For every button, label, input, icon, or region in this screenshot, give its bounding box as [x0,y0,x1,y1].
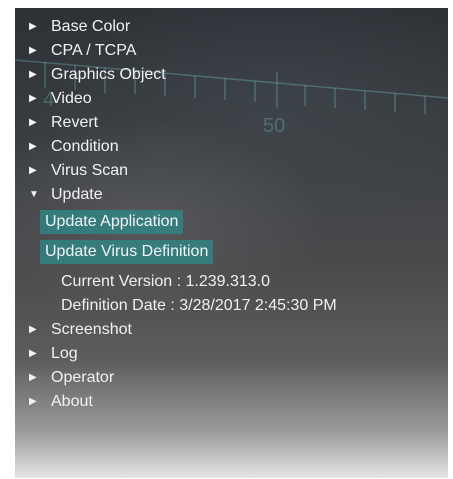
update-section: Update Application Update Virus Definiti… [40,210,448,270]
menu-item-label: Virus Scan [51,162,129,179]
menu-item-condition[interactable]: ▶ Condition [15,135,448,159]
current-version-text: Current Version : 1.239.313.0 [61,273,271,290]
expand-arrow-icon: ▶ [29,324,37,335]
menu-item-screenshot[interactable]: ▶ Screenshot [15,318,448,342]
expand-arrow-icon: ▶ [29,45,37,56]
expand-arrow-icon: ▶ [29,165,37,176]
menu-item-label: Base Color [51,18,131,35]
menu-item-cpa-tcpa[interactable]: ▶ CPA / TCPA [15,39,448,63]
expand-arrow-icon: ▶ [29,348,37,359]
update-application-button[interactable]: Update Application [40,210,184,234]
menu-item-label: Operator [51,369,115,386]
menu-item-update[interactable]: ▼ Update [15,183,448,207]
menu-item-log[interactable]: ▶ Log [15,342,448,366]
menu-item-operator[interactable]: ▶ Operator [15,366,448,390]
menu-item-revert[interactable]: ▶ Revert [15,111,448,135]
menu-item-label: Log [51,345,78,362]
menu-item-label: Update [51,186,103,203]
menu-item-virus-scan[interactable]: ▶ Virus Scan [15,159,448,183]
menu-item-label: Graphics Object [51,66,166,83]
menu-item-label: Revert [51,114,99,131]
expand-arrow-icon: ▶ [29,141,37,152]
expand-arrow-icon: ▶ [29,93,37,104]
expand-arrow-icon: ▶ [29,69,37,80]
menu-item-base-color[interactable]: ▶ Base Color [15,15,448,39]
menu-item-label: Video [51,90,92,107]
update-virus-definition-button[interactable]: Update Virus Definition [40,240,214,264]
expand-arrow-icon: ▶ [29,21,37,32]
menu-item-video[interactable]: ▶ Video [15,87,448,111]
menu-item-graphics-object[interactable]: ▶ Graphics Object [15,63,448,87]
expand-arrow-icon: ▶ [29,372,37,383]
expand-arrow-icon: ▶ [29,117,37,128]
menu-item-about[interactable]: ▶ About [15,390,448,414]
settings-menu: ▶ Base Color ▶ CPA / TCPA ▶ Graphics Obj… [15,15,448,414]
settings-panel: 4 50 ▶ Base Color ▶ CPA / TCPA ▶ Graphic… [15,8,448,478]
expand-arrow-icon: ▶ [29,396,37,407]
menu-item-label: Condition [51,138,119,155]
collapse-arrow-icon: ▼ [29,189,39,200]
menu-item-label: Screenshot [51,321,132,338]
menu-item-label: About [51,393,93,410]
definition-date-text: Definition Date : 3/28/2017 2:45:30 PM [61,297,337,314]
menu-item-label: CPA / TCPA [51,42,137,59]
